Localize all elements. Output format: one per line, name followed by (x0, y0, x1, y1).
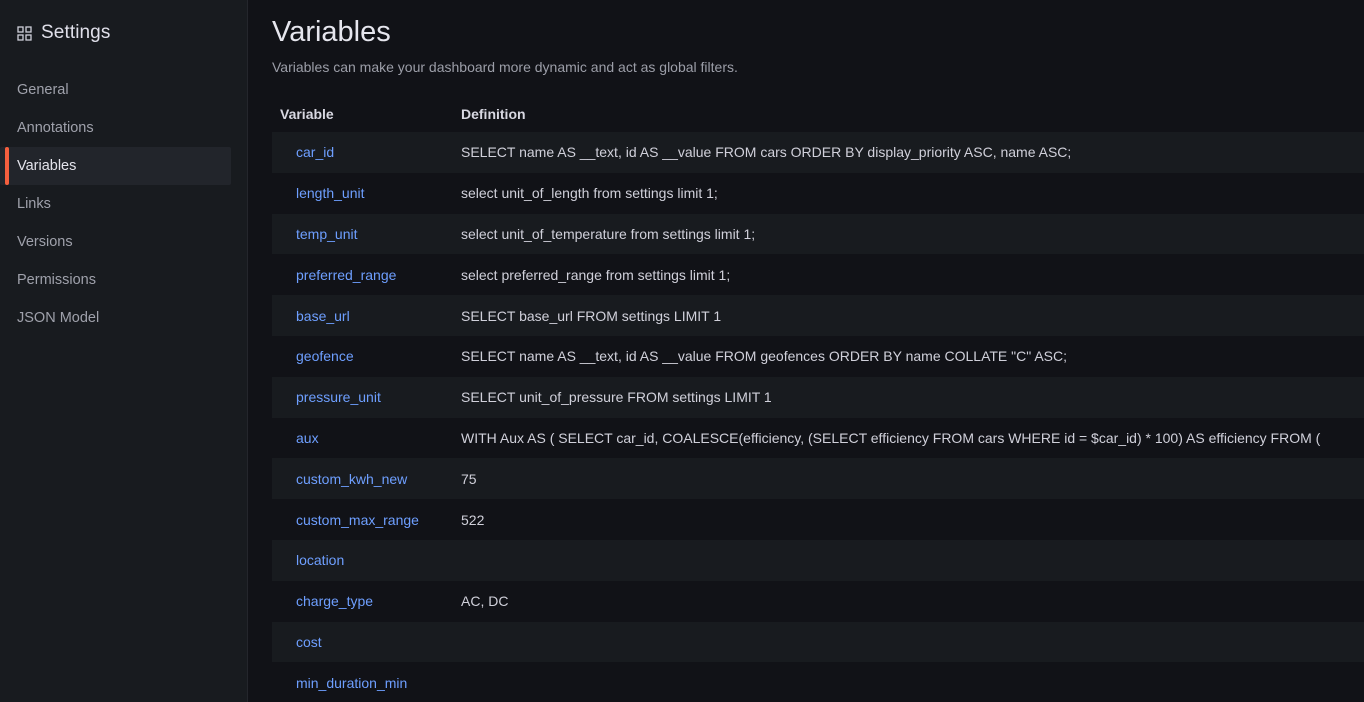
variable-name-link[interactable]: aux (272, 430, 461, 446)
variable-name-link[interactable]: custom_max_range (272, 512, 461, 528)
variable-name-link[interactable]: charge_type (272, 593, 461, 609)
variable-definition: WITH Aux AS ( SELECT car_id, COALESCE(ef… (461, 429, 1321, 446)
page-subtitle: Variables can make your dashboard more d… (272, 59, 738, 75)
table-row[interactable]: geofence SELECT name AS __text, id AS __… (272, 335, 1364, 377)
variable-name-link[interactable]: pressure_unit (272, 389, 461, 405)
table-header: Variable Definition (272, 96, 1364, 132)
variable-definition: select unit_of_temperature from settings… (461, 225, 756, 242)
sidebar-header: Settings (0, 16, 247, 50)
sidebar-item-label: Permissions (17, 272, 96, 288)
variable-name-link[interactable]: preferred_range (272, 267, 461, 283)
variable-definition: select unit_of_length from settings limi… (461, 185, 718, 202)
table-body: car_id SELECT name AS __text, id AS __va… (272, 132, 1364, 702)
variable-definition: AC, DC (461, 593, 509, 610)
sidebar-item-variables[interactable]: Variables (0, 147, 231, 185)
sidebar-item-label: Versions (17, 234, 73, 250)
sidebar-item-general[interactable]: General (0, 71, 231, 109)
variable-name-link[interactable]: base_url (272, 308, 461, 324)
variables-page: Variables Variables can make your dashbo… (248, 0, 1364, 702)
table-row[interactable]: custom_max_range 522 (272, 499, 1364, 540)
header-definition: Definition (461, 106, 526, 122)
table-row[interactable]: min_duration_min (272, 662, 1364, 702)
table-row[interactable]: temp_unit select unit_of_temperature fro… (272, 213, 1364, 255)
sidebar-item-links[interactable]: Links (0, 185, 231, 223)
app-root: Settings General Annotations Variables L… (0, 0, 1364, 702)
sidebar-title: Settings (41, 22, 111, 43)
variable-name-link[interactable]: cost (272, 634, 461, 650)
variable-name-link[interactable]: custom_kwh_new (272, 471, 461, 487)
variable-definition: 75 (461, 470, 477, 487)
header-variable: Variable (280, 106, 334, 122)
variable-name-link[interactable]: location (272, 552, 461, 568)
variable-name-link[interactable]: length_unit (272, 185, 461, 201)
page-title: Variables (272, 16, 391, 48)
table-row[interactable]: charge_type AC, DC (272, 580, 1364, 622)
sidebar-item-json-model[interactable]: JSON Model (0, 299, 231, 337)
table-row[interactable]: preferred_range select preferred_range f… (272, 254, 1364, 296)
variable-definition: 522 (461, 511, 485, 528)
settings-sidebar: Settings General Annotations Variables L… (0, 0, 248, 702)
variable-name-link[interactable]: geofence (272, 348, 461, 364)
table-row[interactable]: aux WITH Aux AS ( SELECT car_id, COALESC… (272, 417, 1364, 459)
settings-nav: General Annotations Variables Links Vers… (0, 71, 247, 337)
sidebar-item-label: Variables (17, 158, 77, 174)
grid-icon (17, 25, 32, 41)
variable-definition: select preferred_range from settings lim… (461, 266, 731, 283)
variable-definition: SELECT unit_of_pressure FROM settings LI… (461, 389, 772, 406)
variable-name-link[interactable]: car_id (272, 144, 461, 160)
table-row[interactable]: location (272, 539, 1364, 581)
table-row[interactable]: pressure_unit SELECT unit_of_pressure FR… (272, 376, 1364, 418)
sidebar-item-label: Links (17, 196, 51, 212)
table-row[interactable]: custom_kwh_new 75 (272, 458, 1364, 500)
sidebar-item-permissions[interactable]: Permissions (0, 261, 231, 299)
table-row[interactable]: length_unit select unit_of_length from s… (272, 172, 1364, 214)
variable-definition: SELECT name AS __text, id AS __value FRO… (461, 348, 1067, 365)
variable-name-link[interactable]: min_duration_min (272, 675, 461, 691)
sidebar-item-label: Annotations (17, 120, 94, 136)
table-row[interactable]: car_id SELECT name AS __text, id AS __va… (272, 132, 1364, 173)
variable-definition: SELECT base_url FROM settings LIMIT 1 (461, 307, 722, 324)
sidebar-item-label: JSON Model (17, 310, 100, 326)
table-row[interactable]: base_url SELECT base_url FROM settings L… (272, 295, 1364, 336)
variables-table: Variable Definition car_id SELECT name A… (272, 96, 1364, 702)
sidebar-item-versions[interactable]: Versions (0, 223, 231, 261)
variable-name-link[interactable]: temp_unit (272, 226, 461, 242)
table-row[interactable]: cost (272, 621, 1364, 663)
sidebar-item-label: General (17, 82, 69, 98)
variable-definition: SELECT name AS __text, id AS __value FRO… (461, 144, 1072, 161)
sidebar-item-annotations[interactable]: Annotations (0, 109, 231, 147)
